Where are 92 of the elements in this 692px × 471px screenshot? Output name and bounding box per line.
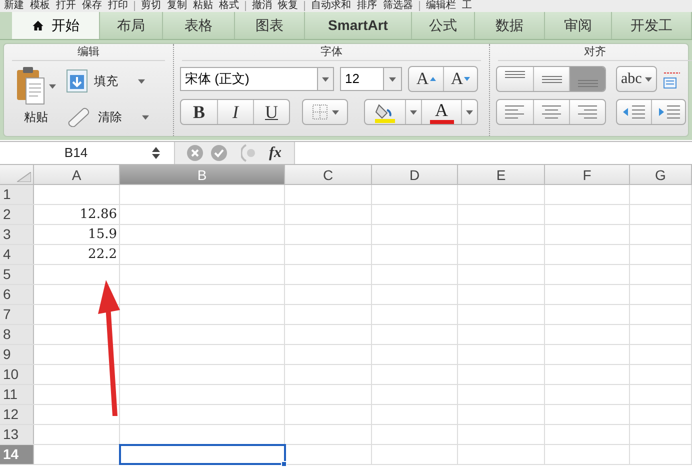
row-header[interactable]: 2	[0, 205, 34, 224]
toolbar-item[interactable]: 粘贴	[193, 0, 213, 12]
lines-icon	[542, 76, 562, 82]
paste-button[interactable]: 粘贴	[10, 66, 62, 136]
shrink-font-button[interactable]: A	[443, 67, 477, 91]
select-all-icon	[17, 172, 31, 182]
ribbon-tab[interactable]: 开始	[12, 12, 100, 39]
row-header[interactable]: 3	[0, 225, 34, 244]
column-header[interactable]: D	[372, 165, 458, 184]
caret-icon	[410, 110, 417, 114]
triangle-up-icon	[430, 77, 436, 81]
caret-icon	[142, 114, 149, 120]
fill-button[interactable]: 填充	[66, 67, 149, 95]
border-grid-icon	[312, 104, 328, 120]
lines-icon	[578, 80, 598, 87]
ribbon-tab[interactable]: SmartArt	[305, 12, 412, 39]
font-color-button[interactable]: A	[421, 100, 461, 124]
column-header[interactable]: F	[545, 165, 630, 184]
selected-cell[interactable]	[120, 445, 285, 464]
column-header[interactable]: G	[630, 165, 692, 184]
lines-icon	[576, 103, 598, 121]
function-label[interactable]: fx	[269, 142, 282, 164]
row-header[interactable]: 8	[0, 325, 34, 344]
column-header[interactable]: C	[285, 165, 372, 184]
toolbar-item[interactable]: 自动求和	[311, 0, 351, 12]
align-bottom-button[interactable]	[569, 67, 605, 91]
caret-icon	[466, 110, 473, 114]
ribbon-tab[interactable]: 审阅	[545, 12, 612, 39]
table-cell[interactable]: 12.86	[34, 205, 120, 224]
font-name-field[interactable]: 宋体 (正文)	[180, 67, 334, 91]
font-color-swatch	[430, 120, 454, 124]
outdent-icon	[622, 103, 646, 121]
fill-down-icon	[66, 69, 88, 93]
caret-icon	[322, 76, 329, 82]
row-header[interactable]: 12	[0, 405, 34, 424]
eraser-icon	[66, 107, 92, 127]
stepper-icon	[152, 147, 160, 159]
caret-icon	[644, 76, 652, 82]
triangle-down-icon	[464, 77, 470, 81]
row-header[interactable]: 10	[0, 365, 34, 384]
row-header[interactable]: 4	[0, 245, 34, 264]
lines-icon	[540, 103, 562, 121]
fill-handle[interactable]	[281, 461, 287, 467]
ribbon-tab[interactable]: 数据	[475, 12, 545, 39]
group-title: 字体	[320, 46, 342, 58]
toolbar-item[interactable]: 编辑栏	[426, 0, 456, 12]
toolbar-item[interactable]: 模板	[30, 0, 50, 12]
cancel-icon	[187, 145, 203, 161]
toolbar-item[interactable]: 打开	[56, 0, 76, 12]
toolbar-item[interactable]: 恢复	[278, 0, 298, 12]
column-header[interactable]: E	[458, 165, 545, 184]
group-title: 编辑	[78, 46, 100, 58]
clipboard-icon	[16, 66, 46, 106]
group-title: 对齐	[584, 46, 606, 58]
text-orientation-button[interactable]: abc	[616, 66, 657, 92]
caret-icon	[138, 78, 145, 84]
caret-icon	[389, 76, 396, 82]
caret-icon	[332, 110, 338, 114]
toolbar-item[interactable]: 撤消	[252, 0, 272, 12]
clear-button[interactable]: 清除	[66, 103, 149, 131]
ribbon-tab[interactable]: 公式	[412, 12, 475, 39]
lines-icon	[504, 103, 526, 121]
row-header[interactable]: 1	[0, 185, 34, 204]
row-header[interactable]: 9	[0, 345, 34, 364]
row-header[interactable]: 6	[0, 285, 34, 304]
ribbon-tab[interactable]: 图表	[235, 12, 305, 39]
underline-button[interactable]: U	[253, 100, 289, 124]
indent-icon	[656, 103, 680, 121]
home-icon	[32, 20, 44, 32]
lines-icon	[505, 71, 525, 78]
toolbar-item[interactable]: 复制	[167, 0, 187, 12]
ribbon-tab[interactable]: 布局	[100, 12, 163, 39]
table-cell[interactable]: 15.9	[34, 225, 120, 244]
ribbon-tab[interactable]: 表格	[163, 12, 235, 39]
font-size-field[interactable]: 12	[340, 67, 402, 91]
toolbar-item[interactable]: 保存	[82, 0, 102, 12]
caret-icon	[49, 84, 56, 88]
bold-button[interactable]: B	[181, 100, 217, 124]
italic-button[interactable]: I	[217, 100, 253, 124]
grow-font-button[interactable]: A	[409, 67, 443, 91]
row-header[interactable]: 13	[0, 425, 34, 444]
toolbar-item[interactable]: 筛选器	[383, 0, 413, 12]
confirm-icon	[211, 145, 227, 161]
toolbar-item[interactable]: 格式	[219, 0, 239, 12]
toolbar-item[interactable]: 打印	[108, 0, 128, 12]
borders-button[interactable]	[302, 99, 348, 125]
table-cell[interactable]: 22.2	[34, 245, 120, 264]
ribbon-tab[interactable]: 开发工	[612, 12, 692, 39]
row-header[interactable]: 7	[0, 305, 34, 324]
row-header[interactable]: 11	[0, 385, 34, 404]
row-header[interactable]: 5	[0, 265, 34, 284]
toolbar-item[interactable]: 工	[462, 0, 472, 12]
